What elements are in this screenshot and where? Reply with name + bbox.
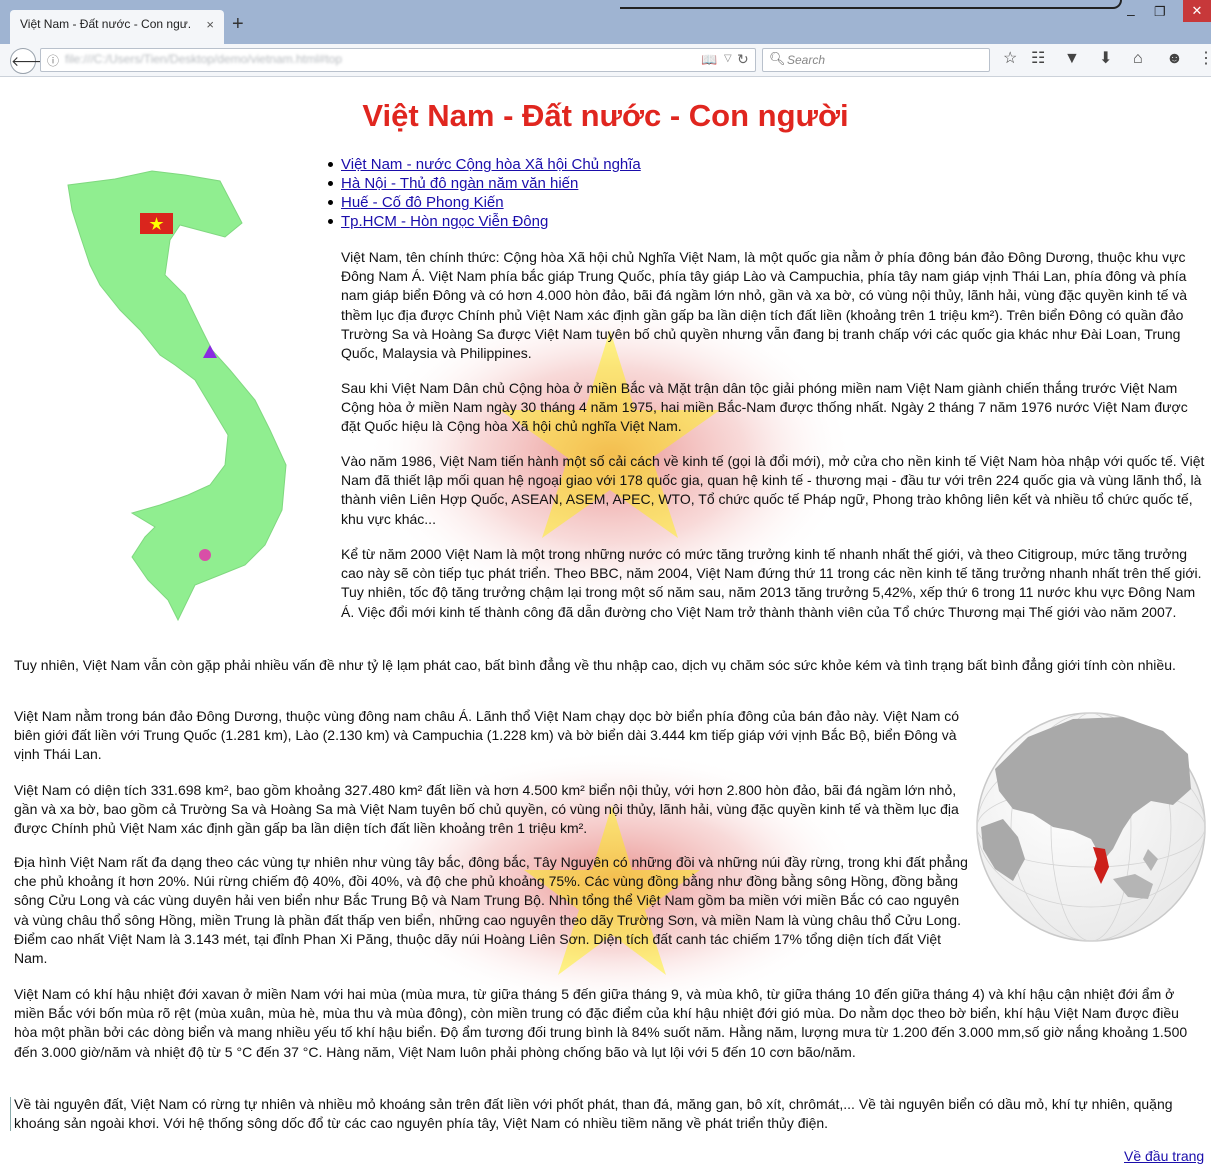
url-bar[interactable]: ⓘ file:///C:/Users/Tien/Desktop/demo/vie… <box>40 48 756 72</box>
tab-close-icon[interactable]: × <box>206 17 214 32</box>
download-icon[interactable]: ⬇ <box>1099 50 1112 68</box>
library-icon[interactable]: ☷ <box>1031 50 1045 68</box>
menu-icon[interactable]: ⋮ <box>1198 50 1211 68</box>
page-title: Việt Nam - Đất nước - Con người <box>362 98 849 133</box>
list-item: Huế - Cố đô Phong Kiến <box>328 193 641 212</box>
paragraph: Tuy nhiên, Việt Nam vẫn còn gặp phải nhi… <box>14 657 1176 673</box>
tab-strip: Việt Nam - Đất nước - Con ngư... × + – ❐… <box>0 0 1211 44</box>
reload-icon[interactable]: ↻ <box>737 51 749 68</box>
paragraph: Địa hình Việt Nam rất đa dạng theo các v… <box>14 854 968 967</box>
reader-icon[interactable]: 📖 <box>701 52 717 68</box>
bookmark-star-icon[interactable]: ☆ <box>1003 50 1017 68</box>
window-maximize-button[interactable]: ❐ <box>1154 4 1166 20</box>
globe-image <box>976 712 1206 942</box>
link-hcm[interactable]: Tp.HCM - Hòn ngọc Viễn Đông <box>341 213 548 230</box>
link-hue[interactable]: Huế - Cố đô Phong Kiến <box>341 194 504 211</box>
history-dropdown-icon[interactable]: ▽ <box>724 53 732 64</box>
back-icon[interactable]: 🡐 <box>10 48 49 74</box>
link-vietnam[interactable]: Việt Nam - nước Cộng hòa Xã hội Chủ nghĩ… <box>341 156 641 173</box>
paragraph: Việt Nam có diện tích 331.698 km², bao g… <box>14 782 959 837</box>
topic-nav-list: Việt Nam - nước Cộng hòa Xã hội Chủ nghĩ… <box>328 155 641 231</box>
search-bar[interactable]: 🔍︎ Search <box>762 48 990 72</box>
pocket-icon[interactable]: ▼ <box>1064 50 1080 68</box>
paragraph: Việt Nam, tên chính thức: Cộng hòa Xã hộ… <box>341 249 1188 362</box>
home-icon[interactable]: ⌂ <box>1133 50 1143 68</box>
navigation-toolbar: 🡐 ⓘ file:///C:/Users/Tien/Desktop/demo/v… <box>0 44 1211 77</box>
decorative-curve <box>620 0 1122 9</box>
paragraph: Việt Nam có khí hậu nhiệt đới xavan ở mi… <box>14 986 1188 1060</box>
chat-icon[interactable]: ☻ <box>1166 50 1183 68</box>
paragraph: Sau khi Việt Nam Dân chủ Cộng hòa ở miền… <box>341 380 1188 435</box>
paragraph: Việt Nam nằm trong bán đảo Đông Dương, t… <box>14 708 960 763</box>
tab-title: Việt Nam - Đất nước - Con ngư... <box>20 17 192 31</box>
paragraph: Về tài nguyên đất, Việt Nam có rừng tự n… <box>14 1096 1173 1132</box>
divider <box>10 1097 11 1131</box>
info-icon[interactable]: ⓘ <box>47 52 59 69</box>
paragraph: Kể từ năm 2000 Việt Nam là một trong nhữ… <box>341 546 1202 620</box>
vietnam-map <box>67 170 287 622</box>
url-text: file:///C:/Users/Tien/Desktop/demo/vietn… <box>65 52 342 66</box>
paragraph: Vào năm 1986, Việt Nam tiến hành một số … <box>341 453 1205 527</box>
list-item: Hà Nội - Thủ đô ngàn năm văn hiến <box>328 174 641 193</box>
list-item: Tp.HCM - Hòn ngọc Viễn Đông <box>328 212 641 231</box>
search-placeholder: Search <box>787 53 826 67</box>
search-icon: 🔍︎ <box>769 51 786 66</box>
hcm-marker-icon <box>199 549 211 561</box>
window-close-button[interactable]: ✕ <box>1183 0 1211 22</box>
window-minimize-button[interactable]: – <box>1127 6 1135 22</box>
new-tab-button[interactable]: + <box>232 14 244 34</box>
link-hanoi[interactable]: Hà Nội - Thủ đô ngàn năm văn hiến <box>341 175 578 192</box>
browser-tab[interactable]: Việt Nam - Đất nước - Con ngư... × <box>10 10 224 44</box>
vietnam-flag-icon <box>140 213 173 234</box>
list-item: Việt Nam - nước Cộng hòa Xã hội Chủ nghĩ… <box>328 155 641 174</box>
